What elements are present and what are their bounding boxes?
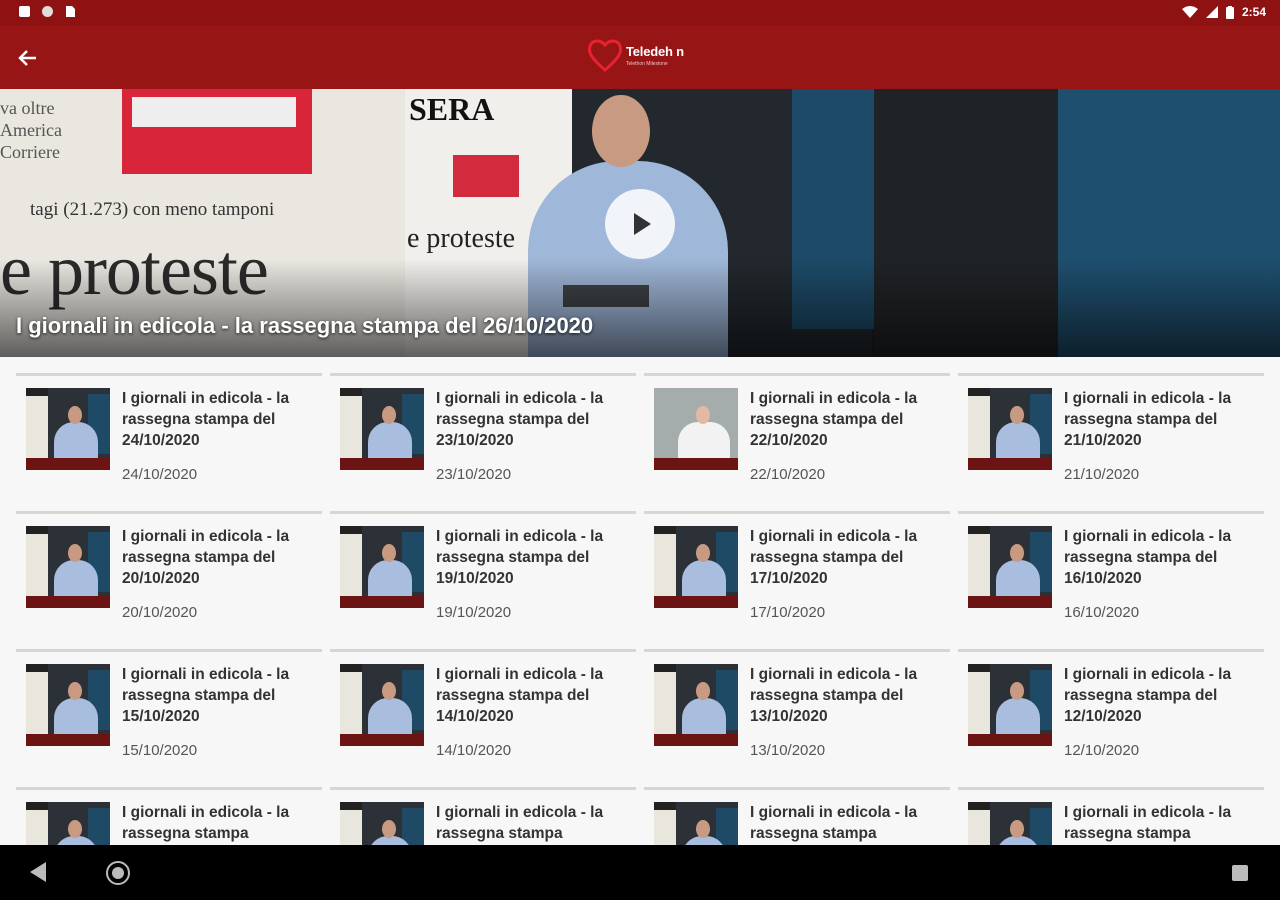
signal-icon (1205, 6, 1218, 18)
newspaper-text-mid: tagi (21.273) con meno tamponi (30, 199, 275, 220)
video-card[interactable]: I giornali in edicola - la rassegna stam… (958, 511, 1264, 640)
battery-icon (1225, 5, 1234, 19)
play-button-icon[interactable] (605, 189, 675, 259)
video-card[interactable]: I giornali in edicola - la rassegna stam… (16, 787, 322, 848)
video-title: I giornali in edicola - la rassegna stam… (122, 528, 290, 587)
newspaper-page-text: e proteste (407, 223, 516, 254)
video-date: 24/10/2020 (122, 466, 198, 483)
featured-video-title: I giornali in edicola - la rassegna stam… (16, 313, 594, 338)
heart-logo-icon (587, 39, 623, 72)
video-thumbnail (654, 802, 738, 848)
video-thumbnail (968, 388, 1052, 470)
video-date: 13/10/2020 (750, 742, 826, 759)
video-card[interactable]: I giornali in edicola - la rassegna stam… (958, 649, 1264, 778)
nav-back-icon[interactable] (30, 862, 46, 882)
video-card[interactable]: I giornali in edicola - la rassegna stam… (958, 373, 1264, 502)
video-card[interactable]: I giornali in edicola - la rassegna stam… (330, 373, 636, 502)
nav-recents-icon[interactable] (1232, 865, 1248, 881)
video-date: 21/10/2020 (1064, 466, 1140, 483)
video-date: 16/10/2020 (1064, 604, 1140, 621)
video-date: 15/10/2020 (122, 742, 198, 759)
video-title: I giornali in edicola - la rassegna stam… (436, 666, 604, 725)
video-card[interactable]: I giornali in edicola - la rassegna stam… (644, 787, 950, 848)
video-thumbnail (968, 802, 1052, 848)
file-icon (66, 6, 75, 17)
video-title: I giornali in edicola - la rassegna stam… (436, 390, 604, 449)
video-title: I giornali in edicola - la rassegna stam… (436, 804, 604, 842)
video-thumbnail (654, 526, 738, 608)
video-title: I giornali in edicola - la rassegna stam… (750, 666, 918, 725)
wifi-icon (1181, 6, 1198, 18)
video-thumbnail (340, 526, 424, 608)
video-card[interactable]: I giornali in edicola - la rassegna stam… (330, 649, 636, 778)
video-date: 23/10/2020 (436, 466, 512, 483)
record-icon (42, 6, 53, 17)
back-arrow-icon[interactable] (14, 44, 42, 72)
video-thumbnail (26, 664, 110, 746)
video-title: I giornali in edicola - la rassegna stam… (1064, 390, 1232, 449)
video-thumbnail (26, 388, 110, 470)
video-date: 19/10/2020 (436, 604, 512, 621)
video-thumbnail (340, 664, 424, 746)
video-date: 22/10/2020 (750, 466, 826, 483)
video-title: I giornali in edicola - la rassegna stam… (436, 528, 604, 587)
video-card[interactable]: I giornali in edicola - la rassegna stam… (644, 373, 950, 502)
video-card[interactable]: I giornali in edicola - la rassegna stam… (330, 787, 636, 848)
navigation-bar (0, 845, 1280, 900)
video-title: I giornali in edicola - la rassegna stam… (122, 666, 290, 725)
video-thumbnail (654, 388, 738, 470)
clock: 2:54 (1241, 5, 1266, 19)
video-card[interactable]: I giornali in edicola - la rassegna stam… (16, 649, 322, 778)
logo-subtitle: Telethon Milestone (626, 61, 668, 67)
video-thumbnail (26, 802, 110, 848)
video-card[interactable]: I giornali in edicola - la rassegna stam… (644, 511, 950, 640)
video-date: 17/10/2020 (750, 604, 826, 621)
video-card[interactable]: I giornali in edicola - la rassegna stam… (958, 787, 1264, 848)
video-thumbnail (340, 388, 424, 470)
logo-text: Teledeh n (626, 44, 684, 59)
featured-video[interactable]: va oltre America Corriere tagi (21.273) … (0, 89, 1280, 357)
video-title: I giornali in edicola - la rassegna stam… (750, 390, 918, 449)
video-date: 20/10/2020 (122, 604, 198, 621)
app-logo: Teledeh n Telethon Milestone (586, 36, 706, 76)
video-thumbnail (968, 526, 1052, 608)
notification-icon (19, 6, 30, 17)
video-date: 12/10/2020 (1064, 742, 1140, 759)
video-title: I giornali in edicola - la rassegna stam… (1064, 528, 1232, 587)
video-title: I giornali in edicola - la rassegna stam… (1064, 804, 1232, 842)
video-card[interactable]: I giornali in edicola - la rassegna stam… (16, 373, 322, 502)
video-title: I giornali in edicola - la rassegna stam… (750, 528, 918, 587)
video-card[interactable]: I giornali in edicola - la rassegna stam… (644, 649, 950, 778)
video-thumbnail (340, 802, 424, 848)
app-bar: Teledeh n Telethon Milestone (0, 26, 1280, 89)
video-card[interactable]: I giornali in edicola - la rassegna stam… (16, 511, 322, 640)
status-bar: 2:54 (0, 0, 1280, 26)
video-title: I giornali in edicola - la rassegna stam… (750, 804, 918, 842)
newspaper-text-top: va oltre America Corriere (0, 98, 62, 162)
video-title: I giornali in edicola - la rassegna stam… (1064, 666, 1232, 725)
nav-home-icon[interactable] (106, 861, 130, 885)
newspaper-headline: SERA (409, 91, 495, 127)
video-title: I giornali in edicola - la rassegna stam… (122, 804, 290, 842)
video-card[interactable]: I giornali in edicola - la rassegna stam… (330, 511, 636, 640)
video-title: I giornali in edicola - la rassegna stam… (122, 390, 290, 449)
video-thumbnail (968, 664, 1052, 746)
video-thumbnail (26, 526, 110, 608)
video-thumbnail (654, 664, 738, 746)
video-date: 14/10/2020 (436, 742, 512, 759)
